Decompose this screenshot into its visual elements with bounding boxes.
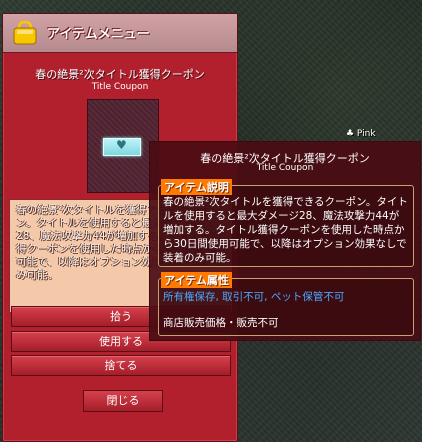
item-tooltip: 春の絶景²次タイトル獲得クーポン Title Coupon アイテム説明 春の絶… (149, 141, 421, 341)
close-button[interactable]: 閉じる (83, 390, 163, 412)
tooltip-item-sub: Title Coupon (256, 163, 314, 173)
shop-price: 商店販売価格・販売不可 (163, 317, 279, 329)
title-bar[interactable]: アイテムメニュー (3, 14, 237, 53)
item-name: 春の絶景²次タイトル獲得クーポン (35, 68, 205, 81)
drop-button[interactable]: 捨てる (11, 355, 231, 376)
tooltip-description: 春の絶景²次タイトルを獲得できるクーポン。タイトルを使用すると最大ダメージ28、… (163, 196, 408, 264)
coupon-icon: ♥ (103, 138, 141, 156)
item-name-sub: Title Coupon (91, 82, 149, 92)
section-title-attributes: アイテム属性 (161, 272, 232, 288)
attribute-restrictions: 所有権保存, 取引不可, ペット保管不可 (163, 291, 345, 303)
item-attribute-section: アイテム属性 所有権保存, 取引不可, ペット保管不可 商店販売価格・販売不可 (158, 272, 414, 336)
player-nameplate: ♣ Pink (346, 129, 376, 139)
section-title-description: アイテム説明 (161, 179, 232, 195)
window-title: アイテムメニュー (47, 27, 150, 42)
heart-icon: ♥ (116, 138, 127, 152)
item-description-section: アイテム説明 春の絶景²次タイトルを獲得できるクーポン。タイトルを使用すると最大… (158, 179, 414, 267)
bag-icon (13, 20, 37, 45)
